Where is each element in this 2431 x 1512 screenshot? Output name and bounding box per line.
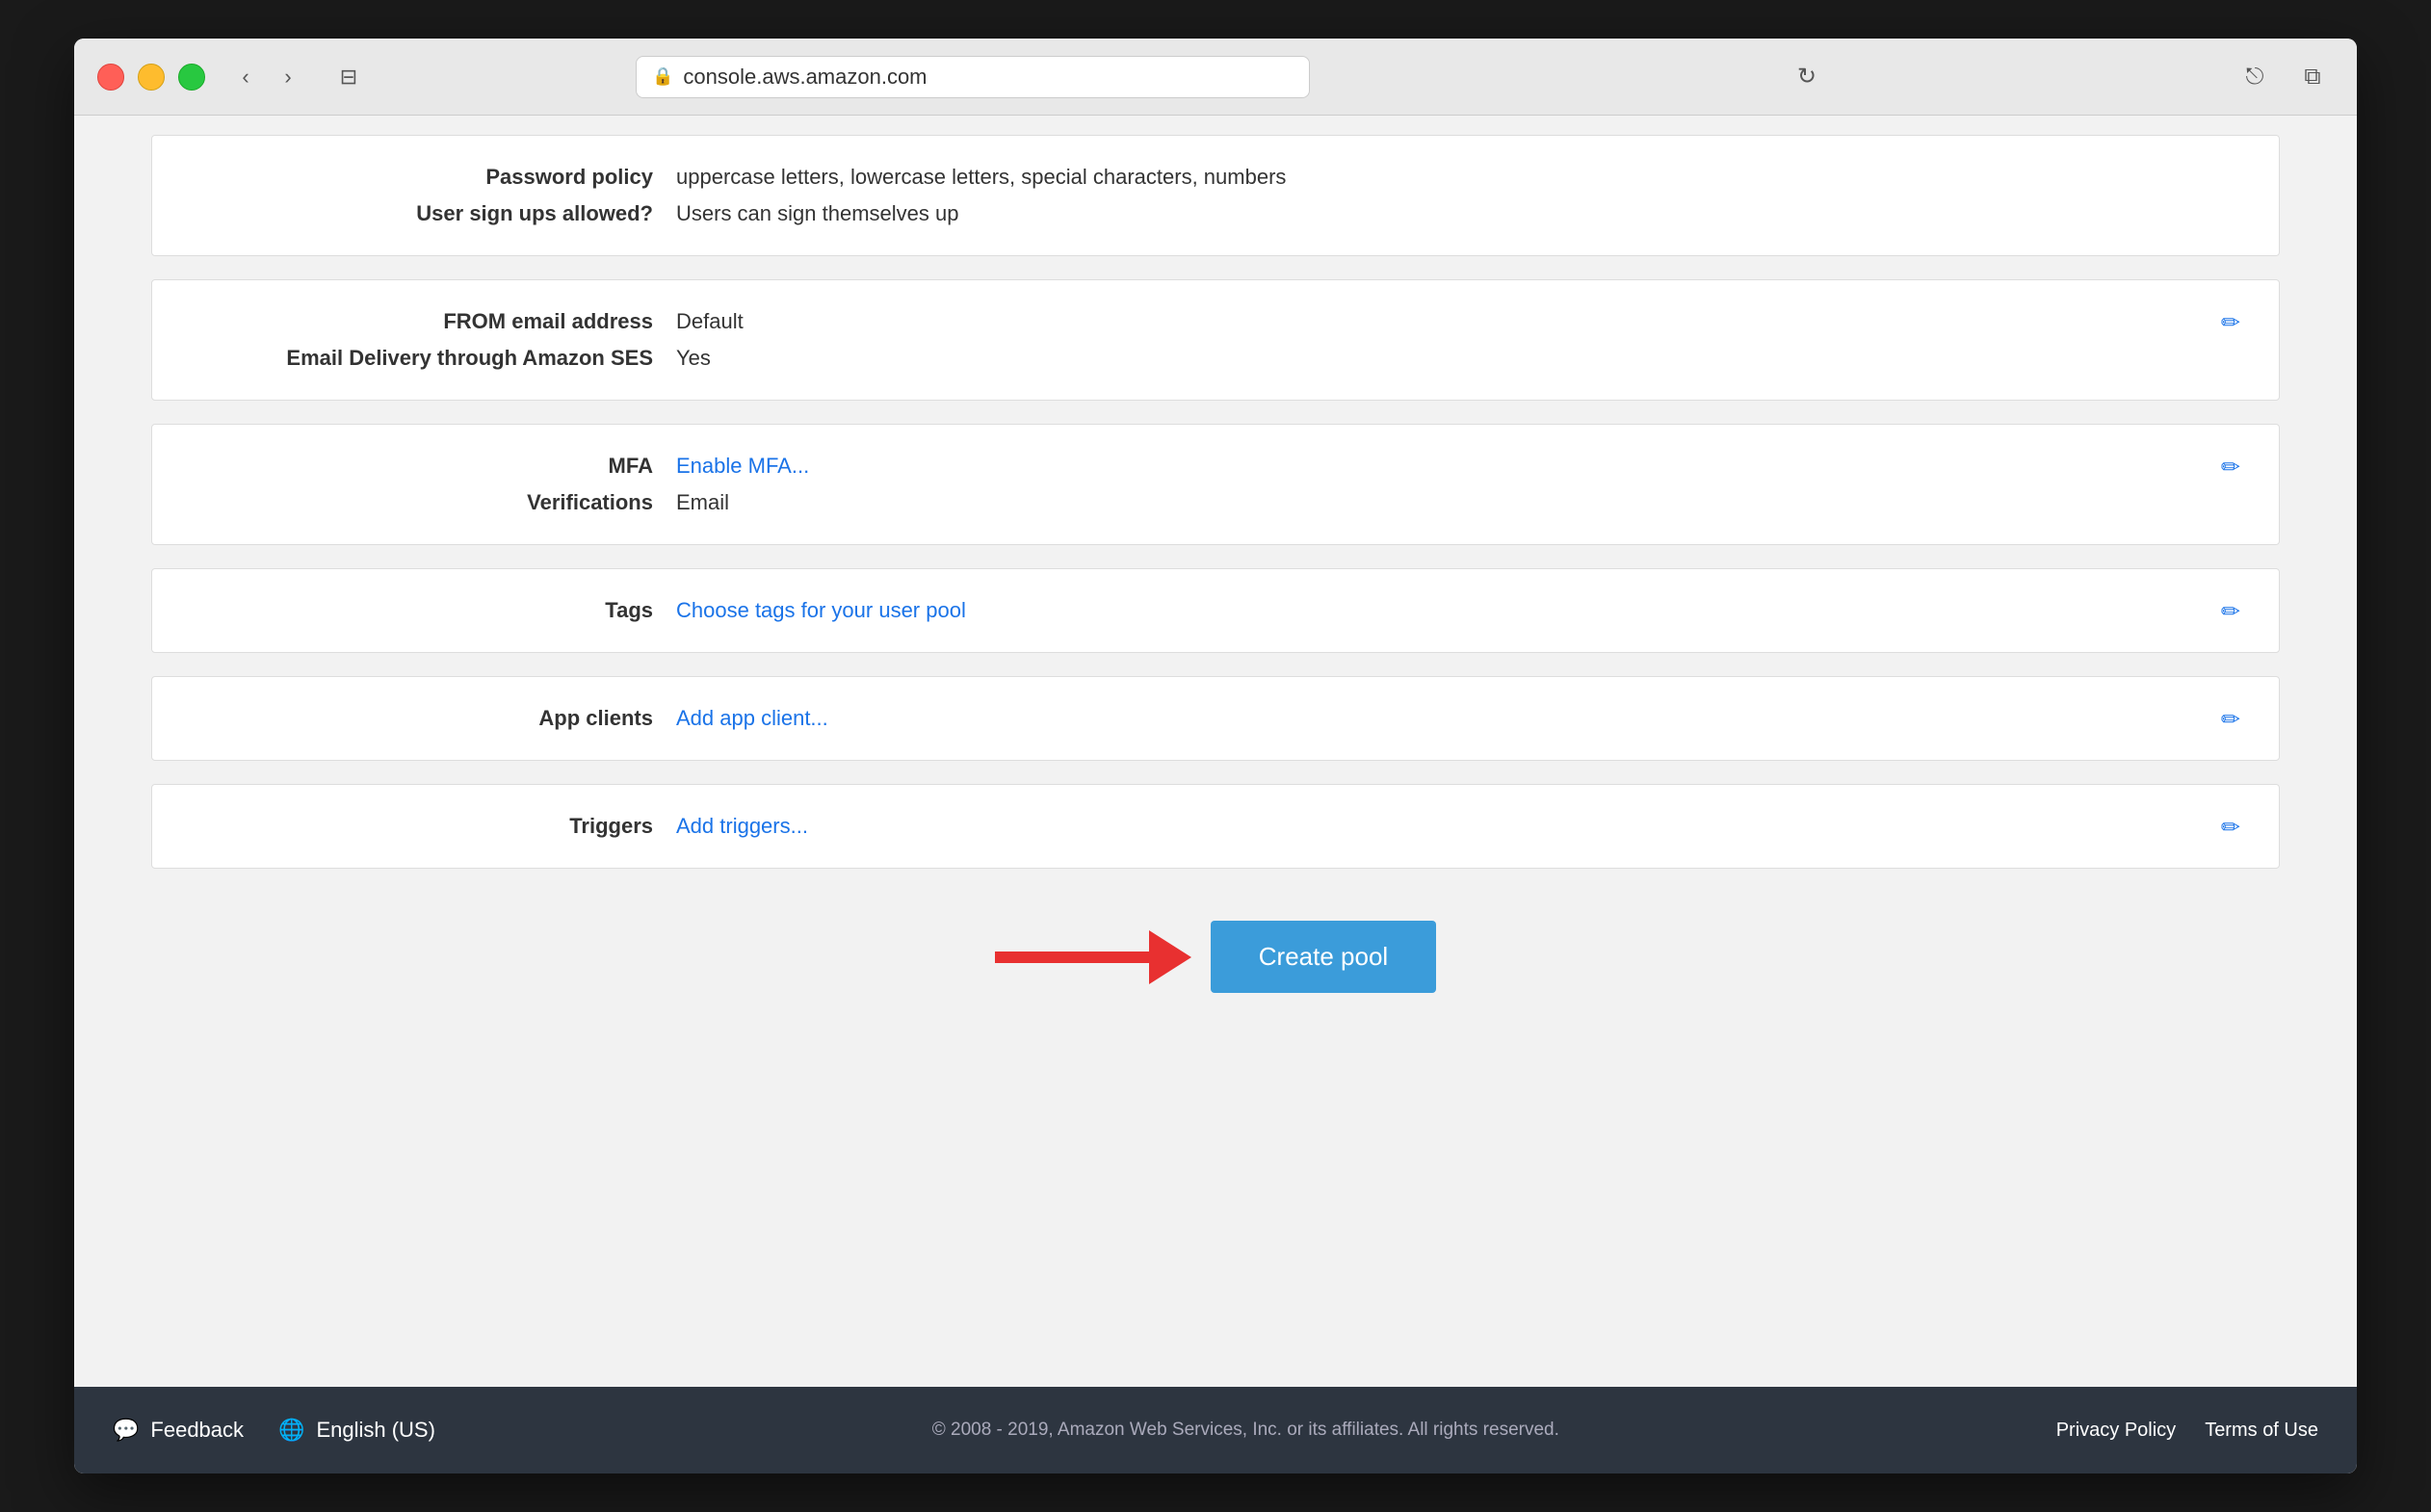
card-row: App clients Add app client... (191, 706, 2240, 731)
app-clients-label: App clients (191, 706, 653, 731)
card-row: Verifications Email (191, 490, 2240, 515)
app-clients-link[interactable]: Add app client... (676, 706, 828, 731)
nav-buttons: ‹ › (228, 60, 305, 94)
tags-edit-icon[interactable]: ✏ (2221, 598, 2240, 626)
card-row: Tags Choose tags for your user pool (191, 598, 2240, 623)
arrow-head (1149, 930, 1191, 984)
user-signups-value: Users can sign themselves up (676, 201, 958, 226)
minimize-button[interactable] (138, 64, 165, 91)
terms-of-use-link[interactable]: Terms of Use (2205, 1420, 2318, 1442)
card-row: User sign ups allowed? Users can sign th… (191, 201, 2240, 226)
ses-label: Email Delivery through Amazon SES (191, 346, 653, 371)
tags-label: Tags (191, 598, 653, 623)
triggers-link[interactable]: Add triggers... (676, 814, 808, 839)
from-email-value: Default (676, 309, 744, 334)
card-row: Password policy uppercase letters, lower… (191, 165, 2240, 190)
triggers-card: Triggers Add triggers... ✏ (151, 784, 2280, 869)
card-row: Triggers Add triggers... (191, 814, 2240, 839)
footer: 💬 Feedback 🌐 English (US) © 2008 - 2019,… (74, 1387, 2357, 1473)
arrow-shaft (995, 952, 1149, 963)
browser-window: ‹ › ⊟ 🔒 console.aws.amazon.com ↻ ⎋ ⧉ Pas… (0, 0, 2431, 1512)
sidebar-toggle-button[interactable]: ⊟ (328, 60, 369, 94)
password-policy-card: Password policy uppercase letters, lower… (151, 135, 2280, 256)
arrow-container (995, 930, 1191, 984)
verifications-label: Verifications (191, 490, 653, 515)
refresh-button[interactable]: ↻ (1797, 63, 1817, 91)
traffic-lights (97, 64, 205, 91)
app-clients-edit-icon[interactable]: ✏ (2221, 706, 2240, 734)
from-email-label: FROM email address (191, 309, 653, 334)
card-row: FROM email address Default (191, 309, 2240, 334)
new-tab-button[interactable]: ⧉ (2291, 56, 2334, 98)
privacy-policy-link[interactable]: Privacy Policy (2056, 1420, 2176, 1442)
user-signups-label: User sign ups allowed? (191, 201, 653, 226)
card-row: Email Delivery through Amazon SES Yes (191, 346, 2240, 371)
ses-value: Yes (676, 346, 711, 371)
verifications-value: Email (676, 490, 729, 515)
browser-actions: ⎋ ⧉ (2234, 56, 2334, 98)
footer-links: Privacy Policy Terms of Use (2056, 1420, 2318, 1442)
red-arrow (995, 930, 1191, 984)
password-policy-label: Password policy (191, 165, 653, 190)
globe-icon: 🌐 (278, 1418, 304, 1443)
create-pool-button[interactable]: Create pool (1211, 921, 1436, 993)
address-bar[interactable]: 🔒 console.aws.amazon.com (636, 56, 1310, 98)
lock-icon: 🔒 (652, 66, 673, 87)
language-section: 🌐 English (US) (278, 1418, 435, 1443)
forward-button[interactable]: › (271, 60, 305, 94)
title-bar: ‹ › ⊟ 🔒 console.aws.amazon.com ↻ ⎋ ⧉ (74, 39, 2357, 116)
password-policy-value: uppercase letters, lowercase letters, sp… (676, 165, 1286, 190)
share-button[interactable]: ⎋ (2234, 56, 2276, 98)
email-edit-icon[interactable]: ✏ (2221, 309, 2240, 337)
feedback-label[interactable]: Feedback (150, 1418, 244, 1443)
action-section: Create pool (151, 892, 2280, 1041)
mfa-label: MFA (191, 454, 653, 479)
browser-frame: ‹ › ⊟ 🔒 console.aws.amazon.com ↻ ⎋ ⧉ Pas… (74, 39, 2357, 1473)
tags-card: Tags Choose tags for your user pool ✏ (151, 568, 2280, 653)
mfa-edit-icon[interactable]: ✏ (2221, 454, 2240, 482)
triggers-edit-icon[interactable]: ✏ (2221, 814, 2240, 842)
feedback-section: 💬 Feedback (113, 1418, 244, 1443)
footer-left: 💬 Feedback 🌐 English (US) (113, 1418, 435, 1443)
close-button[interactable] (97, 64, 124, 91)
app-clients-card: App clients Add app client... ✏ (151, 676, 2280, 761)
url-text: console.aws.amazon.com (683, 65, 927, 90)
tags-link[interactable]: Choose tags for your user pool (676, 598, 966, 623)
main-area: Password policy uppercase letters, lower… (74, 116, 2357, 1387)
maximize-button[interactable] (178, 64, 205, 91)
mfa-link[interactable]: Enable MFA... (676, 454, 809, 479)
copyright-text: © 2008 - 2019, Amazon Web Services, Inc.… (435, 1420, 2056, 1441)
back-button[interactable]: ‹ (228, 60, 263, 94)
language-label[interactable]: English (US) (316, 1418, 434, 1443)
triggers-label: Triggers (191, 814, 653, 839)
email-config-card: FROM email address Default Email Deliver… (151, 279, 2280, 401)
chat-icon: 💬 (113, 1418, 139, 1443)
page-content: Password policy uppercase letters, lower… (74, 116, 2357, 1473)
card-row: MFA Enable MFA... (191, 454, 2240, 479)
mfa-card: MFA Enable MFA... Verifications Email ✏ (151, 424, 2280, 545)
